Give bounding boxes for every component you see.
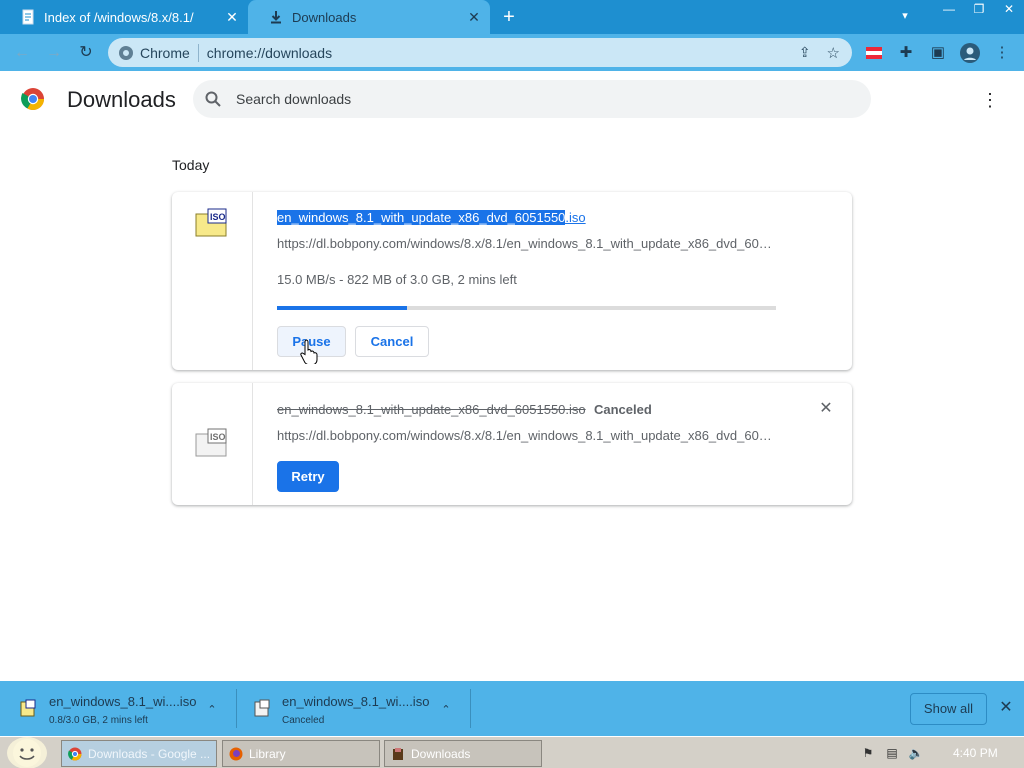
task-label: Library [249, 746, 286, 761]
search-downloads-field[interactable] [193, 80, 871, 118]
date-section-title: Today [172, 157, 210, 173]
shelf-status-text: Canceled [282, 715, 325, 726]
chevron-up-icon[interactable]: ⌃ [205, 703, 219, 717]
site-label: Chrome [140, 44, 190, 61]
canceled-status: Canceled [594, 402, 652, 417]
tab-search-chevron-icon[interactable]: ▾ [896, 9, 914, 25]
chevron-up-icon[interactable]: ⌃ [439, 703, 453, 717]
remove-from-list-icon[interactable]: ✕ [816, 399, 836, 419]
os-taskbar: Downloads - Google ... Library Downloads… [0, 736, 1024, 768]
source-url[interactable]: https://dl.bobpony.com/windows/8.x/8.1/e… [277, 428, 772, 443]
search-icon [205, 91, 221, 107]
chrome-logo-icon [21, 88, 44, 110]
svg-text:ISO: ISO [210, 432, 226, 442]
shelf-progress-text: 0.8/3.0 GB, 2 mins left [49, 715, 148, 726]
omnibox-divider [197, 43, 199, 62]
extension-flag-icon[interactable] [864, 43, 884, 63]
download-icon [271, 11, 281, 24]
tab-title: Downloads [292, 9, 357, 25]
extensions-puzzle-icon[interactable]: ✚ [896, 43, 916, 63]
minimize-button[interactable]: — [934, 0, 964, 20]
download-status: 15.0 MB/s - 822 MB of 3.0 GB, 2 mins lef… [277, 272, 517, 287]
file-name: en_windows_8.1_with_update_x86_dvd_60515… [277, 402, 586, 417]
clock[interactable]: 4:40 PM [953, 746, 998, 760]
cancel-button[interactable]: Cancel [355, 326, 429, 357]
shelf-file-name: en_windows_8.1_wi....iso [49, 694, 197, 709]
close-tab-icon[interactable]: ✕ [224, 9, 240, 25]
window-close-button[interactable]: ✕ [994, 0, 1024, 20]
iso-file-icon [254, 699, 270, 717]
tab-strip: Index of /windows/8.x/8.1/ ✕ Downloads ✕… [0, 0, 1024, 34]
progress-bar [277, 306, 776, 310]
chrome-site-icon [119, 45, 133, 60]
show-all-button[interactable]: Show all [910, 693, 987, 725]
firefox-icon [229, 747, 243, 760]
restore-button[interactable]: ❐ [964, 0, 994, 20]
volume-icon[interactable]: 🔈 [908, 745, 924, 761]
svg-text:ISO: ISO [210, 212, 226, 222]
shelf-item-downloading[interactable]: en_windows_8.1_wi....iso 0.8/3.0 GB, 2 m… [0, 681, 236, 736]
file-name-link[interactable]: en_windows_8.1_with_update_x86_dvd_60515… [277, 210, 586, 225]
taskbar-item-library[interactable]: Library [222, 740, 380, 767]
retry-button[interactable]: Retry [277, 461, 339, 492]
tab-downloads[interactable]: Downloads ✕ [248, 0, 490, 34]
tab-index-windows[interactable]: Index of /windows/8.x/8.1/ ✕ [0, 0, 248, 34]
downloads-header: Downloads ⋮ [0, 71, 1024, 127]
side-panel-icon[interactable]: ▣ [928, 43, 948, 63]
tab-title: Index of /windows/8.x/8.1/ [44, 9, 194, 25]
profile-avatar-icon[interactable] [960, 43, 980, 63]
task-label: Downloads - Google ... [88, 746, 211, 761]
url-text[interactable]: chrome://downloads [207, 45, 332, 61]
iso-file-icon: ISO [195, 208, 227, 237]
page-title: Downloads [67, 87, 176, 112]
source-url[interactable]: https://dl.bobpony.com/windows/8.x/8.1/e… [277, 236, 772, 251]
chrome-icon [68, 747, 82, 761]
taskbar-item-downloads[interactable]: Downloads [384, 740, 542, 767]
chrome-menu-icon[interactable]: ⋮ [992, 43, 1012, 63]
share-icon[interactable]: ⇪ [799, 44, 811, 62]
new-tab-button[interactable]: + [498, 6, 520, 28]
file-icon-column: ISO [172, 192, 253, 370]
shelf-item-canceled[interactable]: en_windows_8.1_wi....iso Canceled ⌃ [236, 681, 470, 736]
close-shelf-icon[interactable]: ✕ [998, 700, 1014, 716]
file-extension: .iso [565, 210, 586, 225]
pause-button[interactable]: Pause [277, 326, 346, 357]
selected-file-name: en_windows_8.1_with_update_x86_dvd_60515… [277, 210, 566, 225]
flag-icon[interactable]: ⚑ [860, 745, 876, 761]
download-details: en_windows_8.1_with_update_x86_dvd_60515… [277, 192, 852, 370]
progress-fill [277, 306, 407, 310]
app-icon [393, 747, 403, 760]
more-options-icon[interactable]: ⋮ [980, 90, 1000, 110]
search-input[interactable] [236, 91, 796, 107]
shelf-file-name: en_windows_8.1_wi....iso [282, 694, 430, 709]
window-controls: — ❐ ✕ [934, 0, 1024, 20]
start-button[interactable] [7, 737, 47, 768]
smiley-start-icon [13, 739, 41, 767]
download-item-canceled: ISO en_windows_8.1_with_update_x86_dvd_6… [172, 383, 852, 505]
page-icon [22, 9, 34, 25]
shelf-divider [470, 689, 471, 728]
network-icon[interactable]: ▤ [884, 745, 900, 761]
taskbar-item-chrome[interactable]: Downloads - Google ... [61, 740, 217, 767]
download-details: en_windows_8.1_with_update_x86_dvd_60515… [277, 383, 852, 505]
bookmark-star-icon[interactable]: ☆ [827, 44, 840, 62]
iso-file-icon-disabled: ISO [195, 428, 227, 457]
task-label: Downloads [411, 746, 471, 761]
back-arrow-icon[interactable]: ← [12, 43, 32, 63]
forward-arrow-icon[interactable]: → [44, 43, 64, 63]
browser-toolbar: ← → ↻ Chrome chrome://downloads ⇪ ☆ ✚ ▣ … [0, 34, 1024, 71]
download-item-in-progress: ISO en_windows_8.1_with_update_x86_dvd_6… [172, 192, 852, 370]
address-bar[interactable]: Chrome chrome://downloads ⇪ ☆ [108, 38, 852, 67]
system-tray: ⚑ ▤ 🔈 [860, 741, 924, 765]
close-tab-icon[interactable]: ✕ [466, 9, 482, 25]
omnibox-actions: ⇪ ☆ [799, 44, 840, 62]
reload-icon[interactable]: ↻ [76, 43, 96, 63]
download-shelf: en_windows_8.1_wi....iso 0.8/3.0 GB, 2 m… [0, 681, 1024, 736]
file-icon-column: ISO [172, 383, 253, 505]
iso-file-icon [20, 699, 36, 717]
